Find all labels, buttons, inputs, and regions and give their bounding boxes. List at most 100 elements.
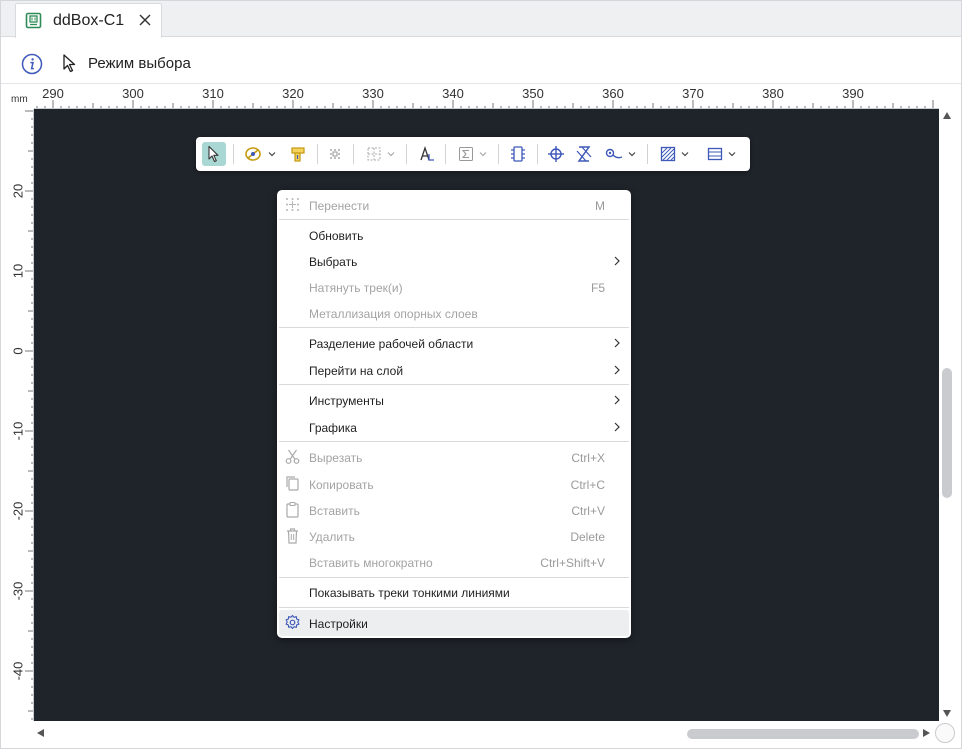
ruler-top-ticks bbox=[36, 100, 934, 108]
ruler-left-ticks bbox=[25, 110, 33, 720]
via-tool-button[interactable] bbox=[600, 142, 640, 166]
gear-icon bbox=[285, 614, 300, 630]
text-tool-button[interactable] bbox=[415, 142, 439, 166]
grid-icon bbox=[367, 147, 381, 161]
trash-icon bbox=[287, 528, 298, 544]
chevron-down-icon bbox=[681, 152, 689, 157]
toolbar-separator bbox=[445, 144, 446, 164]
route-tool-button[interactable] bbox=[240, 142, 280, 166]
toolbar-separator bbox=[647, 144, 648, 164]
menu-item-refresh[interactable]: Обновить bbox=[279, 222, 629, 248]
menu-item-graphics[interactable]: Графика bbox=[279, 414, 629, 440]
ruler-top-label: 290 bbox=[42, 86, 64, 101]
crosshair-icon bbox=[548, 146, 564, 162]
toolbar-separator bbox=[353, 144, 354, 164]
crosshair-tool-button[interactable] bbox=[544, 142, 568, 166]
toolbar-separator bbox=[537, 144, 538, 164]
tab-strip: ddBox-C1 bbox=[1, 1, 961, 38]
tab-ddbox[interactable]: ddBox-C1 bbox=[15, 3, 162, 38]
move-icon bbox=[286, 198, 299, 211]
component-icon bbox=[291, 147, 305, 162]
diff-pair-tool-button[interactable] bbox=[572, 142, 596, 166]
chevron-down-icon bbox=[728, 152, 736, 157]
menu-item-tools[interactable]: Инструменты bbox=[279, 387, 629, 413]
menu-item-delete[interactable]: Удалить Delete bbox=[279, 523, 629, 549]
ruler-top-label: 360 bbox=[602, 86, 624, 101]
close-icon[interactable] bbox=[137, 12, 153, 28]
menu-item-paste[interactable]: Вставить Ctrl+V bbox=[279, 497, 629, 523]
chevron-right-icon bbox=[614, 338, 620, 348]
pointer-icon bbox=[63, 54, 76, 73]
menu-item-copy[interactable]: Копировать Ctrl+C bbox=[279, 471, 629, 497]
menu-item-select[interactable]: Выбрать bbox=[279, 248, 629, 274]
scroll-right-arrow[interactable] bbox=[923, 729, 930, 737]
menu-item-cut[interactable]: Вырезать Ctrl+X bbox=[279, 444, 629, 470]
unit-label: mm bbox=[11, 94, 28, 105]
ruler-corner: mm bbox=[1, 85, 34, 109]
horizontal-scrollbar[interactable] bbox=[34, 724, 934, 742]
sum-icon bbox=[459, 147, 473, 161]
ruler-left-label: -20 bbox=[10, 501, 26, 521]
move-icon bbox=[330, 149, 340, 159]
route-icon bbox=[245, 147, 261, 161]
context-menu: Перенести M Обновить Выбрать Натянуть тр… bbox=[277, 190, 631, 638]
grid-tool-button[interactable] bbox=[360, 142, 400, 166]
ruler-left-label: 20 bbox=[10, 183, 26, 199]
floating-toolbar bbox=[196, 137, 750, 171]
paste-icon bbox=[286, 501, 299, 518]
menu-item-split-workspace[interactable]: Разделение рабочей области bbox=[279, 330, 629, 356]
chevron-down-icon bbox=[268, 152, 276, 157]
menu-item-settings[interactable]: Настройки bbox=[279, 610, 629, 636]
vertical-scrollbar[interactable] bbox=[939, 109, 955, 721]
scroll-left-arrow[interactable] bbox=[37, 729, 44, 737]
menu-item-metallization[interactable]: Металлизация опорных слоев bbox=[279, 300, 629, 326]
pointer-icon bbox=[208, 145, 219, 163]
ruler-left-label: -30 bbox=[10, 581, 26, 601]
mode-bar: Режим выбора bbox=[1, 38, 961, 84]
ruler-top-label: 300 bbox=[122, 86, 144, 101]
vertical-scroll-thumb[interactable] bbox=[942, 368, 952, 498]
ruler-left-label: 10 bbox=[10, 263, 26, 279]
scroll-up-arrow[interactable] bbox=[943, 112, 951, 119]
tab-title: ddBox-C1 bbox=[53, 12, 125, 29]
toolbar-separator bbox=[406, 144, 407, 164]
hatch-tool-button[interactable] bbox=[654, 142, 694, 166]
diff-pair-icon bbox=[576, 146, 592, 162]
toolbar-separator bbox=[233, 144, 234, 164]
move-tool-button[interactable] bbox=[323, 142, 347, 166]
sum-tool-button[interactable] bbox=[452, 142, 492, 166]
menu-item-paste-multiple[interactable]: Вставить многократно Ctrl+Shift+V bbox=[279, 549, 629, 575]
ruler-top-label: 390 bbox=[842, 86, 864, 101]
menu-item-go-to-layer[interactable]: Перейти на слой bbox=[279, 357, 629, 383]
corner-button[interactable] bbox=[935, 723, 955, 743]
info-icon[interactable] bbox=[21, 53, 43, 75]
menu-item-thin-tracks[interactable]: Показывать треки тонкими линиями bbox=[279, 579, 629, 605]
copy-icon bbox=[286, 476, 299, 491]
ruler-left: 20 10 0 -10 -20 -30 -40 bbox=[1, 109, 34, 721]
chevron-down-icon bbox=[387, 152, 395, 157]
chevron-right-icon bbox=[614, 256, 620, 266]
ruler-left-label: -40 bbox=[10, 661, 26, 681]
chevron-right-icon bbox=[614, 395, 620, 405]
horizontal-scroll-thumb[interactable] bbox=[687, 729, 919, 739]
menu-separator bbox=[279, 327, 629, 328]
chevron-down-icon bbox=[628, 152, 636, 157]
chevron-down-icon bbox=[479, 152, 487, 157]
menu-separator bbox=[279, 577, 629, 578]
select-tool-button[interactable] bbox=[202, 142, 226, 166]
ruler-top-label: 320 bbox=[282, 86, 304, 101]
ruler-top-label: 330 bbox=[362, 86, 384, 101]
chip-icon bbox=[511, 146, 525, 162]
text-icon bbox=[420, 145, 434, 161]
menu-item-stretch-tracks[interactable]: Натянуть трек(и) F5 bbox=[279, 274, 629, 300]
ruler-left-label: 0 bbox=[10, 347, 26, 355]
scissors-icon bbox=[285, 449, 300, 464]
ic-tool-button[interactable] bbox=[506, 142, 530, 166]
hatch-icon bbox=[660, 146, 676, 162]
component-tool-button[interactable] bbox=[286, 142, 310, 166]
chevron-right-icon bbox=[614, 422, 620, 432]
menu-item-move[interactable]: Перенести M bbox=[279, 192, 629, 218]
scroll-down-arrow[interactable] bbox=[943, 710, 951, 717]
ruler-top-label: 340 bbox=[442, 86, 464, 101]
frame-tool-button[interactable] bbox=[701, 142, 741, 166]
